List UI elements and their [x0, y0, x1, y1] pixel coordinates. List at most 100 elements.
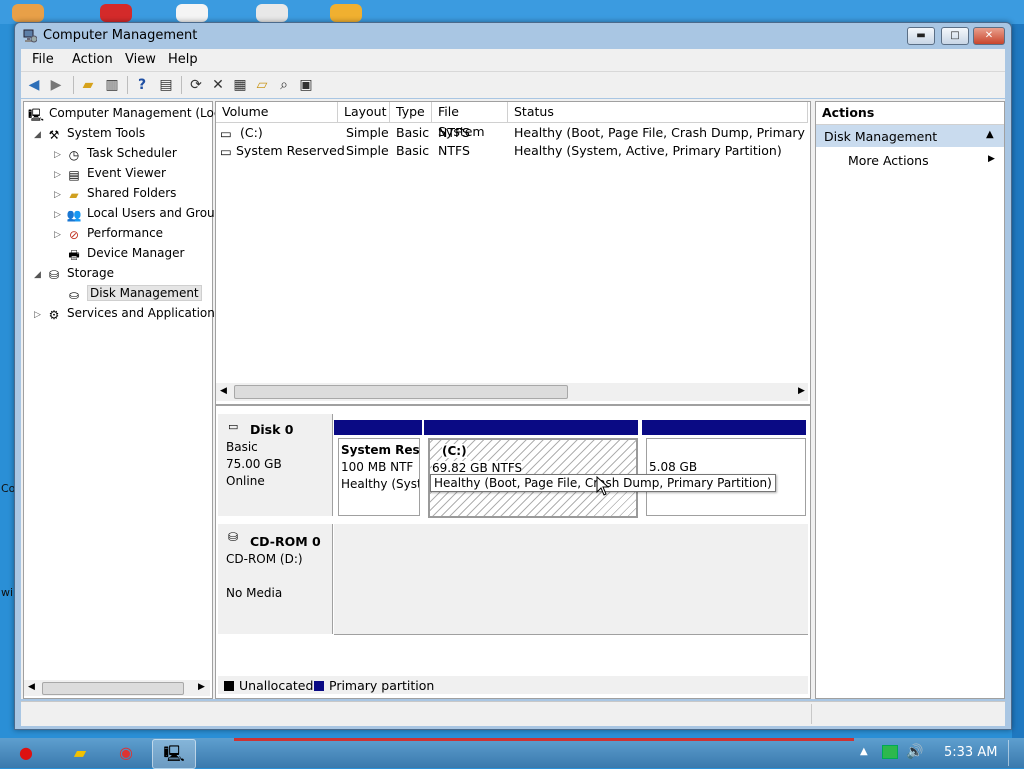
partition-status: Healthy (Syst	[341, 477, 420, 491]
navigation-tree: 🖳 Computer Management (Loca ◢ ⚒ System Too…	[23, 101, 228, 699]
cdrom-0-media: No Media	[226, 586, 283, 600]
scroll-left-icon[interactable]: ◀	[28, 682, 35, 692]
open-icon[interactable]: ▱	[253, 76, 271, 94]
desktop-icon[interactable]	[330, 4, 362, 22]
search-icon[interactable]: ⌕	[275, 76, 293, 94]
clock[interactable]: 5:33 AM	[944, 745, 997, 760]
volume-name: System Reserved	[236, 143, 345, 158]
back-icon[interactable]: ◀	[25, 76, 43, 94]
expand-arrow-icon[interactable]: ▷	[34, 310, 41, 320]
start-button[interactable]: ●	[2, 739, 50, 767]
minimize-button[interactable]: ▬	[907, 27, 935, 45]
properties-pane-icon[interactable]: ▤	[157, 76, 175, 94]
collapse-up-icon[interactable]: ▲	[986, 129, 994, 140]
disk-icon: ▭	[228, 420, 239, 433]
more-actions-label: More Actions	[848, 153, 929, 168]
shared-folder-icon: ▰	[69, 188, 79, 202]
volume-hscrollbar[interactable]: ◀ ▶	[216, 383, 808, 401]
tree-hscrollbar[interactable]: ◀ ▶	[24, 680, 210, 696]
up-folder-icon[interactable]: ▰	[79, 76, 97, 94]
expand-arrow-icon[interactable]: ▷	[54, 190, 61, 200]
cdrom-0-name: CD-ROM 0	[250, 534, 321, 549]
desktop-icon[interactable]	[12, 4, 44, 22]
maximize-button[interactable]: □	[941, 27, 969, 45]
menu-action[interactable]: Action	[72, 52, 113, 67]
computer-management-taskbar-icon[interactable]: 🖳	[152, 739, 196, 769]
computer-management-window: Computer Management ▬ □ ✕ File Action Vi…	[14, 22, 1012, 730]
network-icon[interactable]	[882, 745, 898, 759]
refresh-icon[interactable]: ⟳	[187, 76, 205, 94]
tree-item-shared-folders[interactable]: ▰ Shared Folders	[66, 186, 176, 204]
menu-file[interactable]: File	[32, 52, 54, 67]
cdrom-0-info[interactable]: ⛁ CD-ROM 0 CD-ROM (D:) No Media	[218, 524, 333, 634]
expand-arrow-icon[interactable]: ▷	[54, 150, 61, 160]
column-header-type[interactable]: Type	[390, 102, 432, 123]
collapse-arrow-icon[interactable]: ◢	[34, 130, 41, 140]
column-header-file-system[interactable]: File System	[432, 102, 508, 139]
menu-help[interactable]: Help	[168, 52, 198, 67]
toolbar-separator	[127, 76, 128, 94]
tree-item-storage[interactable]: ⛁ Storage	[46, 266, 114, 284]
tree-item-task-scheduler[interactable]: ◷ Task Scheduler	[66, 146, 177, 164]
tree-label: Services and Applications	[67, 306, 222, 320]
desktop-label-2: wi	[1, 586, 14, 599]
column-header-status[interactable]: Status	[508, 102, 808, 123]
desktop-icon[interactable]	[100, 4, 132, 22]
close-button[interactable]: ✕	[973, 27, 1005, 45]
tree-item-system-tools[interactable]: ⚒ System Tools	[46, 126, 146, 144]
explorer-icon[interactable]: ▰	[60, 739, 100, 767]
expand-arrow-icon[interactable]: ▷	[54, 210, 61, 220]
tree-item-services-applications[interactable]: ⚙ Services and Applications	[46, 306, 222, 324]
desktop-right-edge	[1012, 24, 1024, 744]
show-hidden-icons-icon[interactable]: ▲	[860, 746, 868, 757]
show-desktop-button[interactable]	[1008, 740, 1023, 766]
services-icon: ⚙	[48, 308, 60, 322]
expand-arrow-icon[interactable]: ▷	[54, 230, 61, 240]
scroll-right-icon[interactable]: ▶	[198, 682, 205, 692]
tree-label: Local Users and Group	[87, 206, 223, 220]
scroll-left-icon[interactable]: ◀	[220, 386, 227, 396]
show-hide-tree-icon[interactable]: ▥	[103, 76, 121, 94]
menu-view[interactable]: View	[125, 52, 156, 67]
disk-0-info[interactable]: ▭ Disk 0 Basic 75.00 GB Online	[218, 414, 333, 516]
title-bar[interactable]: Computer Management ▬ □ ✕	[15, 23, 1011, 49]
expand-arrow-icon[interactable]: ▷	[54, 170, 61, 180]
partition-size: 5.08 GB	[649, 460, 698, 474]
scrollbar-thumb[interactable]	[42, 682, 184, 695]
tree-label: Shared Folders	[87, 186, 177, 200]
performance-icon: ⊘	[68, 228, 80, 242]
scrollbar-thumb[interactable]	[234, 385, 568, 399]
help-icon[interactable]: ?	[133, 76, 151, 94]
legend: Unallocated Primary partition	[218, 676, 808, 694]
desktop-icon[interactable]	[176, 4, 208, 22]
desktop-icon[interactable]	[256, 4, 288, 22]
event-viewer-icon: ▤	[68, 168, 80, 182]
volume-status: Healthy (Boot, Page File, Crash Dump, Pr…	[514, 125, 808, 140]
tree-item-computer-management[interactable]: 🖳 Computer Management (Loca	[28, 106, 228, 124]
cdrom-0-area	[334, 524, 808, 635]
scroll-right-icon[interactable]: ▶	[798, 386, 805, 396]
device-manager-icon: 🖶	[68, 248, 80, 262]
partition-header-bar	[642, 420, 806, 435]
partition-system-reserved[interactable]: System Rese 100 MB NTF Healthy (Syst	[338, 438, 420, 516]
export-icon[interactable]: ▣	[297, 76, 315, 94]
tree-item-device-manager[interactable]: 🖶 Device Manager	[66, 246, 184, 264]
tree-label: Computer Management (Loca	[49, 106, 228, 120]
tree-label: Storage	[67, 266, 114, 280]
tree-item-disk-management[interactable]: ⛀ Disk Management	[66, 285, 202, 304]
chrome-icon[interactable]: ◉	[106, 739, 146, 767]
forward-icon[interactable]: ▶	[47, 76, 65, 94]
properties-icon[interactable]: ▦	[231, 76, 249, 94]
tree-item-local-users[interactable]: 👥 Local Users and Group	[66, 206, 223, 224]
partition-size: 69.82 GB NTFS	[432, 461, 523, 475]
tree-item-performance[interactable]: ⊘ Performance	[66, 226, 163, 244]
collapse-arrow-icon[interactable]: ◢	[34, 270, 41, 280]
column-header-layout[interactable]: Layout	[338, 102, 390, 123]
volume-icon[interactable]: 🔊	[906, 744, 923, 760]
actions-more-actions[interactable]: More Actions ▶	[816, 149, 1004, 171]
actions-section-disk-management[interactable]: Disk Management ▲	[816, 125, 1004, 147]
tree-item-event-viewer[interactable]: ▤ Event Viewer	[66, 166, 166, 184]
delete-icon[interactable]: ✕	[209, 76, 227, 94]
column-header-volume[interactable]: Volume	[216, 102, 338, 123]
volume-layout: Simple	[346, 143, 389, 158]
